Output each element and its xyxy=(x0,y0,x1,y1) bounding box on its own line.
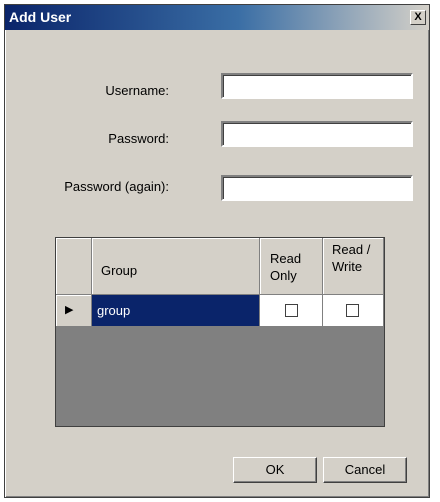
grid-header-read-only[interactable]: Read Only xyxy=(260,238,323,295)
username-field[interactable] xyxy=(221,73,413,99)
row-pointer-icon: ▶ xyxy=(65,304,74,316)
password-label: Password: xyxy=(108,131,169,146)
close-icon: X xyxy=(414,11,422,23)
username-label: Username: xyxy=(105,83,169,98)
grid-cell-group-value: group xyxy=(97,303,131,318)
read-only-checkbox[interactable] xyxy=(285,304,298,317)
add-user-dialog: Add User X Username: Password: Password … xyxy=(4,4,430,498)
title-bar[interactable]: Add User X xyxy=(5,5,429,30)
password-again-field[interactable] xyxy=(221,175,413,201)
ok-button[interactable]: OK xyxy=(233,457,317,483)
grid-cell-group[interactable]: group xyxy=(92,295,260,327)
grid-header-group[interactable]: Group xyxy=(92,238,260,295)
groups-grid[interactable]: Group Read Only Read / Write ▶ group xyxy=(55,237,385,427)
grid-header-group-label: Group xyxy=(101,263,138,278)
grid-corner-header xyxy=(56,238,92,295)
grid-header-read-write-label: Read / Write xyxy=(332,242,371,274)
grid-cell-read-write xyxy=(323,295,384,327)
row-selector[interactable]: ▶ xyxy=(56,295,92,327)
cancel-button[interactable]: Cancel xyxy=(323,457,407,483)
close-button[interactable]: X xyxy=(410,10,426,25)
password-again-label: Password (again): xyxy=(64,179,169,194)
grid-header-read-only-label: Read Only xyxy=(270,251,302,283)
grid-header-read-write[interactable]: Read / Write xyxy=(323,238,384,295)
read-write-checkbox[interactable] xyxy=(346,304,359,317)
dialog-title: Add User xyxy=(9,9,72,25)
password-field[interactable] xyxy=(221,121,413,147)
grid-cell-read-only xyxy=(260,295,323,327)
